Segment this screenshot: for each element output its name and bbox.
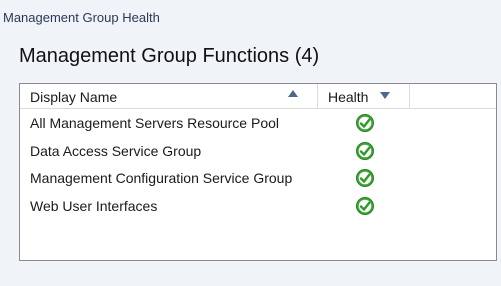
grid-rows: All Management Servers Resource Pool Dat… [20, 110, 496, 220]
grid-header: Display Name Health [20, 84, 496, 109]
sort-ascending-icon [288, 90, 298, 97]
check-icon [356, 169, 374, 187]
column-header-display-name[interactable]: Display Name [20, 84, 318, 108]
section-title: Management Group Functions (4) [19, 45, 320, 67]
sort-descending-icon [380, 92, 390, 99]
display-name-cell: Web User Interfaces [30, 197, 158, 214]
column-header-health[interactable]: Health [318, 84, 410, 108]
check-icon [356, 196, 374, 215]
display-name-cell: All Management Servers Resource Pool [30, 115, 280, 131]
table-row[interactable]: Data Access Service Group [20, 138, 496, 166]
column-label-health: Health [328, 89, 369, 105]
table-row[interactable]: Management Configuration Service Group [20, 165, 496, 193]
functions-grid: Display Name Health All Management Serve… [19, 83, 497, 261]
display-name-cell: Data Access Service Group [30, 142, 202, 159]
display-name-cell: Management Configuration Service Group [30, 170, 293, 186]
table-row[interactable]: Web User Interfaces [20, 193, 496, 221]
table-row[interactable]: All Management Servers Resource Pool [20, 110, 496, 138]
column-label-display-name: Display Name [30, 89, 118, 105]
page-header: Management Group Health [3, 10, 160, 25]
check-icon [356, 114, 374, 132]
check-icon [356, 141, 374, 160]
